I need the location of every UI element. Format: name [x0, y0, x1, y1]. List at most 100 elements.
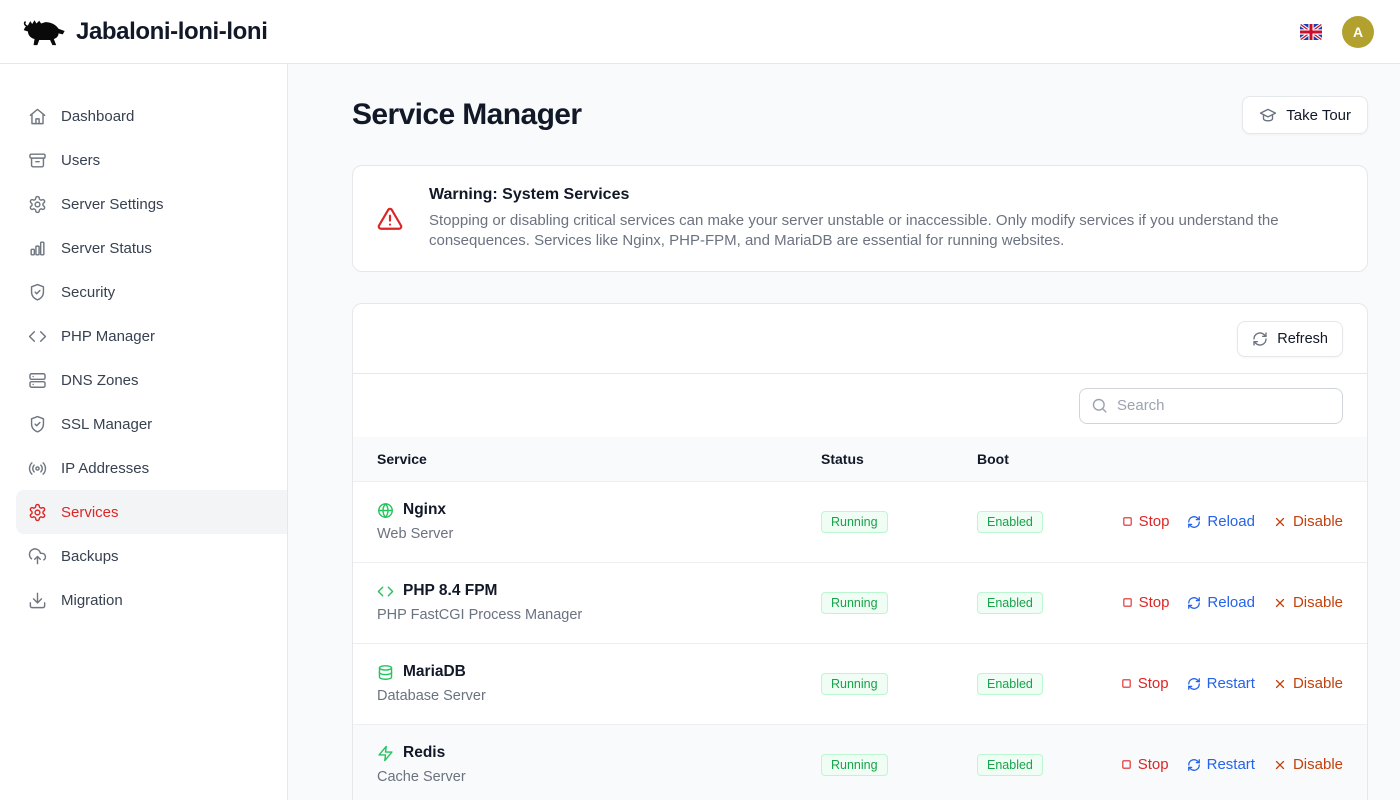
square-icon: [1122, 516, 1133, 527]
take-tour-label: Take Tour: [1286, 107, 1351, 124]
refresh-icon: [1187, 758, 1201, 772]
square-icon: [1121, 678, 1132, 689]
status-badge: Running: [821, 673, 888, 695]
main-content: Service Manager Take Tour Warning: Syste…: [288, 64, 1400, 800]
table-header-row: Service Status Boot: [353, 437, 1367, 481]
service-name: Nginx: [403, 501, 446, 519]
status-badge: Running: [821, 511, 888, 533]
sidebar-item-ssl-manager[interactable]: SSL Manager: [16, 402, 287, 446]
table-row: PHP 8.4 FPM PHP FastCGI Process Manager …: [353, 562, 1367, 643]
bar-chart-icon: [28, 239, 47, 258]
globe-icon: [377, 502, 394, 519]
warning-text: Warning: System Services Stopping or dis…: [429, 186, 1294, 251]
service-description: PHP FastCGI Process Manager: [377, 607, 821, 623]
warning-body: Stopping or disabling critical services …: [429, 211, 1294, 251]
x-icon: [1273, 677, 1287, 691]
radio-icon: [28, 459, 47, 478]
sidebar-item-migration[interactable]: Migration: [16, 578, 287, 622]
reload-action-button[interactable]: Reload: [1187, 513, 1255, 530]
disable-action-button[interactable]: Disable: [1273, 756, 1343, 773]
app-title: Jabaloni-loni-loni: [76, 18, 267, 46]
refresh-label: Refresh: [1277, 331, 1328, 347]
service-name: Redis: [403, 744, 445, 762]
boot-badge: Enabled: [977, 592, 1043, 614]
settings-icon: [28, 503, 47, 522]
stop-action-button[interactable]: Stop: [1121, 675, 1169, 692]
sidebar: Dashboard Users Server Settings Server S…: [0, 64, 288, 800]
restart-action-button[interactable]: Restart: [1187, 675, 1255, 692]
uk-flag-icon[interactable]: [1300, 24, 1322, 40]
disable-action-button[interactable]: Disable: [1273, 675, 1343, 692]
sidebar-item-server-settings[interactable]: Server Settings: [16, 182, 287, 226]
refresh-icon: [1252, 331, 1268, 347]
boot-badge: Enabled: [977, 511, 1043, 533]
download-icon: [28, 591, 47, 610]
search-input[interactable]: [1117, 397, 1331, 414]
services-card: Refresh Service Status Boot: [352, 303, 1368, 800]
card-toolbar: Refresh: [353, 304, 1367, 374]
shield-check-icon: [28, 415, 47, 434]
service-name: PHP 8.4 FPM: [403, 582, 497, 600]
sidebar-item-server-status[interactable]: Server Status: [16, 226, 287, 270]
disable-action-button[interactable]: Disable: [1273, 513, 1343, 530]
sidebar-item-dns-zones[interactable]: DNS Zones: [16, 358, 287, 402]
settings-icon: [28, 195, 47, 214]
refresh-icon: [1187, 515, 1201, 529]
x-icon: [1273, 596, 1287, 610]
server-icon: [28, 371, 47, 390]
navbar-right: A: [1300, 16, 1380, 48]
status-badge: Running: [821, 754, 888, 776]
search-icon: [1091, 397, 1108, 414]
sidebar-item-security[interactable]: Security: [16, 270, 287, 314]
home-icon: [28, 107, 47, 126]
service-description: Web Server: [377, 526, 821, 542]
zap-icon: [377, 745, 394, 762]
square-icon: [1122, 597, 1133, 608]
sidebar-item-ip-addresses[interactable]: IP Addresses: [16, 446, 287, 490]
service-description: Database Server: [377, 688, 821, 704]
take-tour-button[interactable]: Take Tour: [1242, 96, 1368, 134]
warning-banner: Warning: System Services Stopping or dis…: [352, 165, 1368, 272]
service-name: MariaDB: [403, 663, 466, 681]
column-header-status: Status: [821, 437, 977, 481]
page-title: Service Manager: [352, 98, 581, 132]
alert-triangle-icon: [377, 206, 403, 232]
restart-action-button[interactable]: Restart: [1187, 756, 1255, 773]
column-header-boot: Boot: [977, 437, 1133, 481]
x-icon: [1273, 758, 1287, 772]
reload-action-button[interactable]: Reload: [1187, 594, 1255, 611]
services-table: Service Status Boot Nginx Web Server Run…: [353, 437, 1367, 800]
top-navbar: Jabaloni-loni-loni A: [0, 0, 1400, 64]
table-row: MariaDB Database Server Running Enabled …: [353, 643, 1367, 724]
column-header-actions: [1133, 437, 1367, 481]
service-description: Cache Server: [377, 769, 821, 785]
sidebar-item-php-manager[interactable]: PHP Manager: [16, 314, 287, 358]
warning-title: Warning: System Services: [429, 186, 1294, 204]
boot-badge: Enabled: [977, 673, 1043, 695]
refresh-icon: [1187, 677, 1201, 691]
search-row: [353, 374, 1367, 437]
search-box: [1079, 388, 1343, 424]
sidebar-item-users[interactable]: Users: [16, 138, 287, 182]
cloud-upload-icon: [28, 547, 47, 566]
page-header: Service Manager Take Tour: [352, 96, 1368, 134]
refresh-button[interactable]: Refresh: [1237, 321, 1343, 357]
brand: Jabaloni-loni-loni: [20, 16, 267, 48]
sidebar-item-dashboard[interactable]: Dashboard: [16, 94, 287, 138]
graduation-cap-icon: [1259, 106, 1277, 124]
stop-action-button[interactable]: Stop: [1121, 756, 1169, 773]
archive-icon: [28, 151, 47, 170]
sidebar-item-backups[interactable]: Backups: [16, 534, 287, 578]
code-icon: [28, 327, 47, 346]
square-icon: [1121, 759, 1132, 770]
refresh-icon: [1187, 596, 1201, 610]
stop-action-button[interactable]: Stop: [1122, 513, 1170, 530]
code-icon: [377, 583, 394, 600]
sidebar-item-services[interactable]: Services: [16, 490, 287, 534]
disable-action-button[interactable]: Disable: [1273, 594, 1343, 611]
table-row: Redis Cache Server Running Enabled StopR…: [353, 724, 1367, 800]
stop-action-button[interactable]: Stop: [1122, 594, 1170, 611]
user-avatar[interactable]: A: [1342, 16, 1374, 48]
database-icon: [377, 664, 394, 681]
boar-logo-icon: [20, 16, 66, 48]
